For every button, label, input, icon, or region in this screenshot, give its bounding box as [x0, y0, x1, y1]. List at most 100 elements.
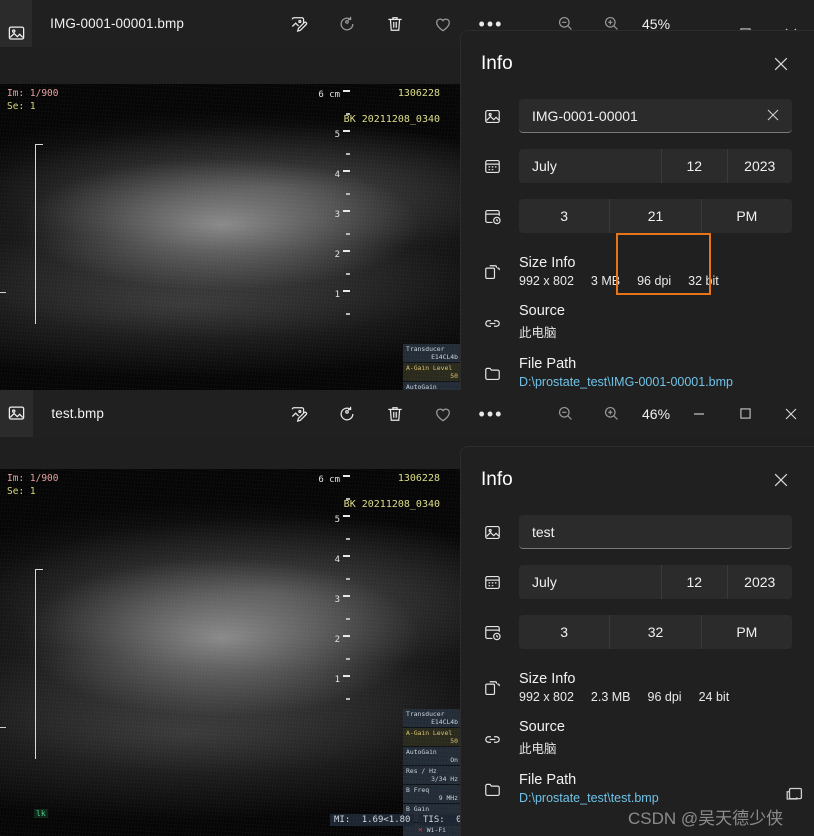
delete-icon[interactable] [380, 9, 410, 39]
calendar-clock-icon [483, 623, 519, 642]
minimize-button-bottom[interactable] [676, 390, 722, 437]
size-dimensions: 992 x 802 [519, 690, 574, 704]
date-year-field[interactable]: 2023 [728, 149, 793, 183]
image-index-overlay-top: Im: 1/900 [7, 88, 59, 99]
time-meridiem-field[interactable]: PM [702, 199, 792, 233]
source-title: Source [519, 303, 565, 319]
depth-label-2: 2 [334, 250, 340, 260]
date-month-field[interactable]: July [519, 565, 662, 599]
image-name-input[interactable]: IMG-0001-00001 [519, 99, 792, 133]
info-close-icon[interactable] [768, 51, 794, 77]
zoom-percent-bottom: 46% [642, 405, 671, 422]
maximize-button-bottom[interactable] [722, 390, 768, 437]
size-info-icon [483, 671, 519, 704]
edit-image-icon[interactable] [284, 9, 314, 39]
size-filesize: 2.3 MB [590, 690, 631, 704]
path-value[interactable]: D:\prostate_test\IMG-0001-00001.bmp [519, 375, 792, 389]
size-bit-depth: 32 bit [688, 274, 719, 288]
window-title-bottom: test.bmp [51, 406, 104, 421]
size-info-body-top: Size Info 992 x 802 3 MB 96 dpi 32 bit [519, 255, 792, 288]
series-overlay-bottom: Se: 1 [7, 486, 36, 497]
close-button-bottom[interactable] [768, 390, 814, 437]
size-info-title: Size Info [519, 255, 576, 271]
path-title: File Path [519, 772, 577, 788]
time-hour-field[interactable]: 3 [519, 615, 611, 649]
time-segmented-control-top[interactable]: 3 21 PM [519, 199, 792, 233]
calendar-icon [483, 157, 519, 176]
date-segmented-control-top[interactable]: July 12 2023 [519, 149, 792, 183]
info-path-block-top: File Path D:\prostate_test\IMG-0001-0000… [461, 356, 814, 389]
study-id-overlay-top: 1306228 [397, 88, 440, 99]
info-time-row-top: 3 21 PM [461, 199, 814, 233]
photo-app-icon [8, 406, 25, 420]
link-icon [483, 719, 519, 757]
info-header-bottom: Info [461, 447, 814, 493]
date-day-field[interactable]: 12 [662, 149, 728, 183]
left-bracket-top [35, 144, 43, 324]
source-value: 此电脑 [519, 326, 557, 340]
time-minute-field[interactable]: 32 [610, 615, 702, 649]
depth-ruler-bottom: 6 cm 5 4 3 2 1 [310, 469, 350, 836]
image-name-input[interactable]: test [519, 515, 792, 549]
time-minute-field[interactable]: 21 [610, 199, 702, 233]
app-tab-bottom[interactable] [0, 390, 34, 437]
time-segmented-control-bottom[interactable]: 3 32 PM [519, 615, 792, 649]
wifi-label: Wi-Fi [426, 825, 447, 834]
mi-label: MI: [334, 815, 351, 825]
zoom-in-icon[interactable] [596, 399, 626, 429]
rotate-icon[interactable] [332, 9, 362, 39]
folder-icon [483, 772, 519, 805]
path-value[interactable]: D:\prostate_test\test.bmp [519, 791, 792, 805]
info-title-bottom: Info [481, 469, 513, 490]
study-id-overlay-bottom: 1306228 [397, 473, 440, 484]
titlebar-bottom: test.bmp ••• 46% [0, 390, 814, 437]
depth-label-4: 4 [334, 170, 340, 180]
date-segmented-control-bottom[interactable]: July 12 2023 [519, 565, 792, 599]
size-info-icon [483, 255, 519, 288]
image-index-overlay-bottom: Im: 1/900 [7, 473, 59, 484]
info-size-block-top: Size Info 992 x 802 3 MB 96 dpi 32 bit [461, 255, 814, 288]
date-day-field[interactable]: 12 [662, 565, 728, 599]
marker-label-bottom: lk [34, 809, 48, 818]
more-options-icon[interactable]: ••• [476, 399, 506, 429]
date-year-field[interactable]: 2023 [728, 565, 793, 599]
csdn-watermark: CSDN @吴天德少侠 [628, 809, 784, 828]
mi-value: 1.69<1.80 [361, 815, 411, 825]
zoom-out-icon[interactable] [550, 399, 580, 429]
time-hour-field[interactable]: 3 [519, 199, 611, 233]
depth-label-4: 4 [334, 555, 340, 565]
ultrasound-image-bottom: Im: 1/900 Se: 1 1306228 BK 20211208_0340… [0, 469, 499, 836]
source-body-bottom: Source 此电脑 [519, 719, 792, 757]
favorite-heart-icon[interactable] [428, 9, 458, 39]
ultrasound-image-top: Im: 1/900 Se: 1 1306228 BK 20211208_0340… [0, 84, 462, 390]
transducer-row: A-Gain Level 50 [403, 363, 461, 382]
photo-window-top: IMG-0001-00001.bmp ••• 45% Im: 1/900 Se:… [0, 0, 814, 390]
source-title: Source [519, 719, 565, 735]
info-path-block-bottom: File Path D:\prostate_test\test.bmp [461, 772, 814, 805]
rotate-icon[interactable] [332, 399, 362, 429]
size-info-body-bottom: Size Info 992 x 802 2.3 MB 96 dpi 24 bit [519, 671, 792, 704]
info-panel-top: Info IMG-0001-00001 July 12 2023 3 21 PM… [460, 30, 814, 390]
depth-label-3: 3 [334, 210, 340, 220]
link-icon [483, 303, 519, 341]
clear-name-icon[interactable] [767, 108, 779, 124]
depth-ruler-top: 6 cm 5 4 3 2 1 [310, 84, 350, 390]
delete-icon[interactable] [380, 399, 410, 429]
info-header-top: Info [461, 31, 814, 77]
image-icon [483, 107, 519, 126]
transducer-row: Transducer E14CL4b [403, 709, 461, 728]
depth-label-5: 5 [334, 515, 340, 525]
time-meridiem-field[interactable]: PM [702, 615, 792, 649]
device-label-overlay-top: BK 20211208_0340 [343, 114, 440, 125]
size-dpi: 96 dpi [637, 274, 672, 288]
zoom-controls-bottom: 46% [550, 399, 676, 429]
date-month-field[interactable]: July [519, 149, 662, 183]
info-panel-bottom: Info test July 12 2023 3 32 PM Size Info… [460, 446, 814, 836]
mi-readout-bottom: MI: 1.69<1.80 [330, 814, 415, 826]
favorite-heart-icon[interactable] [428, 399, 458, 429]
size-info-values: 992 x 802 2.3 MB 96 dpi 24 bit [519, 690, 792, 704]
edit-image-icon[interactable] [284, 399, 314, 429]
info-close-icon[interactable] [768, 467, 794, 493]
calendar-clock-icon [483, 207, 519, 226]
source-value: 此电脑 [519, 742, 557, 756]
